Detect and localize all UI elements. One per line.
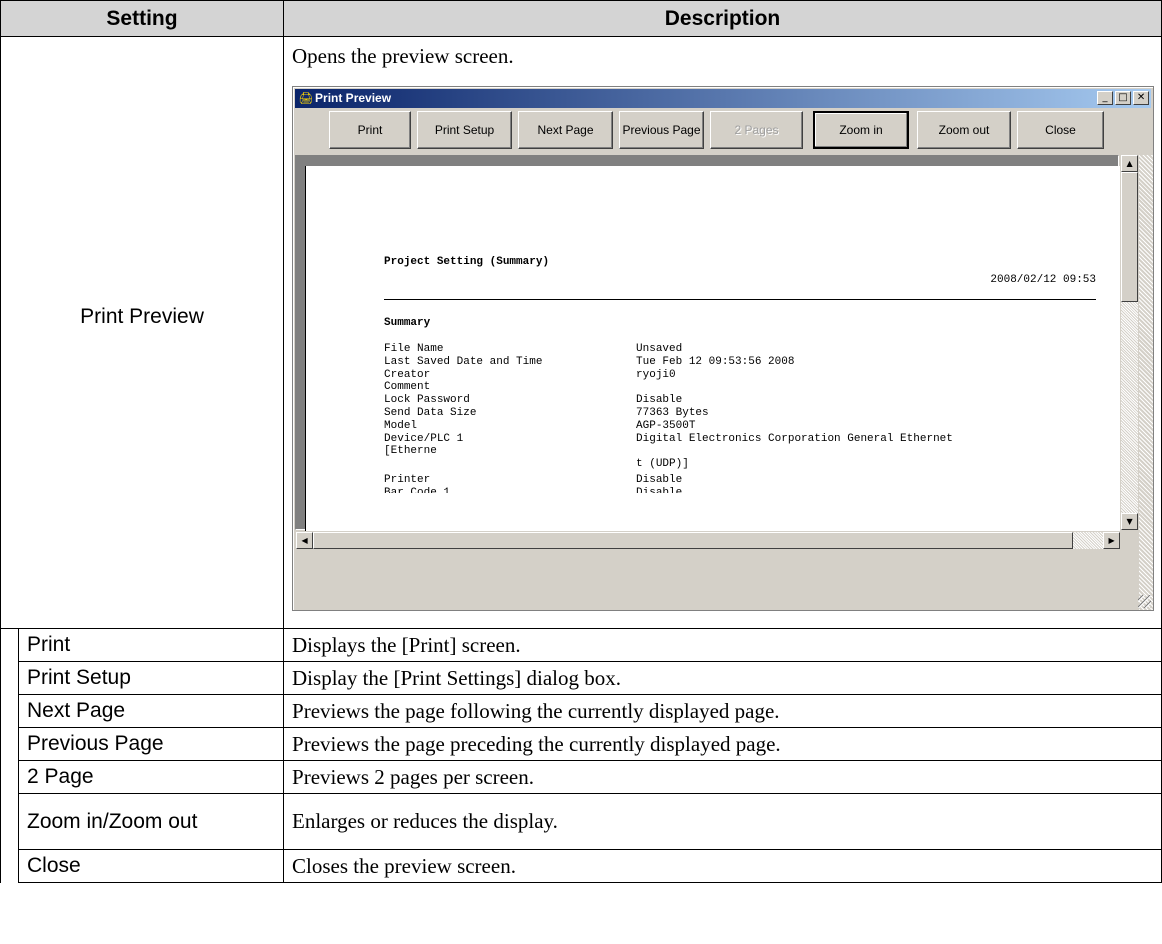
row-value: Disable <box>636 486 683 493</box>
row-label: Comment <box>384 381 431 394</box>
summary-row: Lock Password Disable <box>384 394 1110 407</box>
minimize-button[interactable]: _ <box>1097 91 1114 105</box>
page-divider <box>384 299 1097 300</box>
row-value: t (UDP)] <box>636 458 689 471</box>
two-pages-button: 2 Pages <box>710 111 804 149</box>
maximize-button[interactable]: □ <box>1115 91 1132 105</box>
window-title: Print Preview <box>315 91 392 105</box>
setting-description: Enlarges or reduces the display. <box>283 793 1162 850</box>
summary-row: [Etherne <box>384 445 1110 458</box>
resize-grip-icon[interactable] <box>1138 595 1152 608</box>
row-label: Send Data Size <box>384 406 477 419</box>
indent-cell <box>0 628 19 662</box>
summary-row: Bar Code 1 Disable <box>384 487 1110 493</box>
page-title: Project Setting (Summary) <box>384 256 550 268</box>
scroll-up-icon[interactable]: ▲ <box>1121 155 1139 172</box>
setting-description: Previews the page following the currentl… <box>283 694 1162 728</box>
setting-description: Displays the [Print] screen. <box>283 628 1162 662</box>
scroll-right-icon[interactable]: ▶ <box>1103 532 1121 549</box>
row-value: Unsaved <box>636 343 683 355</box>
summary-row: Model AGP-3500T <box>384 420 1110 433</box>
setting-name: Next Page <box>17 694 285 728</box>
row-value: Disable <box>636 474 683 487</box>
summary-row: Comment <box>384 381 1110 394</box>
summary-rows: File Name Unsaved Last Saved Date and Tim… <box>384 343 1110 493</box>
horizontal-scrollbar[interactable]: ◀ ▶ <box>296 532 1121 549</box>
window-edge <box>1139 155 1154 610</box>
setting-print-preview: Print Preview <box>0 36 285 629</box>
setting-description: Previews 2 pages per screen. <box>283 760 1162 794</box>
description-print-preview: Opens the preview screen. 🖨 Print Previe… <box>283 36 1162 629</box>
setting-name: Close <box>17 849 285 883</box>
close-window-button[interactable]: ✕ <box>1133 91 1150 105</box>
setting-description: Previews the page preceding the currentl… <box>283 727 1162 761</box>
settings-table: Setting Description Print Preview Opens … <box>0 0 1162 883</box>
row-label: Creator <box>384 368 431 381</box>
close-button[interactable]: Close <box>1017 111 1105 149</box>
summary-row: File Name Unsaved <box>384 343 1110 356</box>
row-label: Lock Password <box>384 394 470 407</box>
indent-cell <box>0 793 19 850</box>
row-label: Device/PLC 1 <box>384 432 464 445</box>
print-button[interactable]: Print <box>329 111 412 149</box>
row-label: Last Saved Date and Time <box>384 355 543 368</box>
summary-row: Printer Disable <box>384 474 1110 487</box>
previous-page-button[interactable]: Previous Page <box>619 111 705 149</box>
row-label: File Name <box>384 343 444 355</box>
scroll-left-icon[interactable]: ◀ <box>296 532 314 549</box>
section-heading: Summary <box>384 317 431 329</box>
print-setup-button[interactable]: Print Setup <box>417 111 513 149</box>
indent-cell <box>0 694 19 728</box>
summary-row: Device/PLC 1 Digital Electronics Corporat… <box>384 433 1110 446</box>
preview-area[interactable]: Project Setting (Summary) 2008/02/12 09:… <box>295 155 1121 531</box>
indent-cell <box>0 727 19 761</box>
setting-description: Closes the preview screen. <box>283 849 1162 883</box>
setting-name: 2 Page <box>17 760 285 794</box>
summary-row: Send Data Size 77363 Bytes <box>384 407 1110 420</box>
setting-name: Zoom in/Zoom out <box>17 793 285 850</box>
zoom-out-button[interactable]: Zoom out <box>917 111 1012 149</box>
description-text: Opens the preview screen. <box>292 44 514 68</box>
horizontal-scroll-thumb[interactable] <box>313 532 1074 549</box>
row-value: 77363 Bytes <box>636 406 709 419</box>
row-value: Digital Electronics Corporation General … <box>636 432 953 445</box>
print-preview-window: 🖨 Print Preview _ □ ✕ Print Print Setup … <box>292 86 1155 611</box>
next-page-button[interactable]: Next Page <box>518 111 614 149</box>
page-date: 2008/02/12 09:53 <box>990 274 1097 286</box>
header-description: Description <box>283 0 1162 37</box>
row-value: AGP-3500T <box>636 419 696 432</box>
row-label <box>384 458 636 474</box>
row-label: Model <box>384 419 418 432</box>
summary-row: Creator ryoji0 <box>384 369 1110 382</box>
vertical-scrollbar[interactable]: ▲ ▼ <box>1121 155 1139 530</box>
setting-name: Previous Page <box>17 727 285 761</box>
row-value: ryoji0 <box>636 368 676 381</box>
row-label: Printer <box>384 474 431 487</box>
scroll-down-icon[interactable]: ▼ <box>1121 513 1139 530</box>
summary-row: Last Saved Date and Time Tue Feb 12 09:53… <box>384 356 1110 369</box>
setting-description: Display the [Print Settings] dialog box. <box>283 661 1162 695</box>
indent-cell <box>0 849 19 883</box>
header-setting: Setting <box>0 0 285 37</box>
row-label: [Etherne <box>384 445 437 458</box>
row-value: Tue Feb 12 09:53:56 2008 <box>636 355 795 368</box>
indent-cell <box>0 760 19 794</box>
row-label: Bar Code 1 <box>384 486 451 493</box>
row-value: Disable <box>636 394 683 407</box>
vertical-scroll-thumb[interactable] <box>1121 172 1139 302</box>
setting-name: Print <box>17 628 285 662</box>
zoom-in-button[interactable]: Zoom in <box>813 111 910 149</box>
indent-cell <box>0 661 19 695</box>
summary-row: t (UDP)] <box>384 458 1110 474</box>
setting-name: Print Setup <box>17 661 285 695</box>
title-bar: 🖨 Print Preview _ □ ✕ <box>295 89 1152 108</box>
printer-icon: 🖨 <box>298 91 314 105</box>
preview-page: Project Setting (Summary) 2008/02/12 09:… <box>306 166 1121 531</box>
